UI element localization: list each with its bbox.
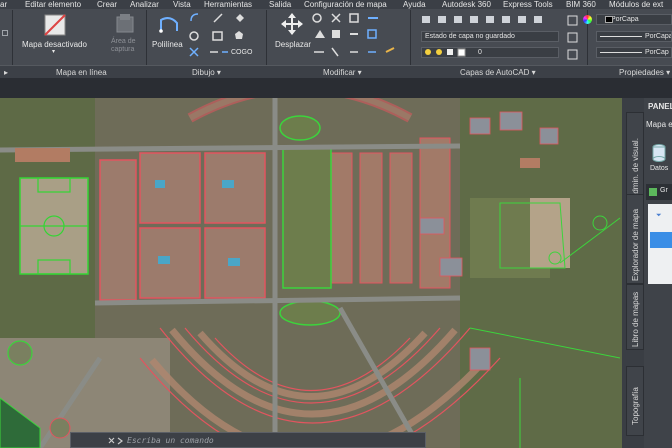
command-line[interactable]: Escriba un comando	[70, 432, 426, 448]
partial-icon[interactable]	[2, 30, 8, 36]
menu-item-autodesk360[interactable]: Autodesk 360	[442, 0, 491, 9]
panel-title-properties[interactable]: Propiedades ▾	[619, 68, 670, 77]
panel-title-draw[interactable]: Dibujo ▾	[192, 68, 221, 77]
panel-title-online-map[interactable]: Mapa en línea	[56, 68, 107, 77]
polyline-icon[interactable]	[158, 14, 180, 36]
capture-area-icon	[116, 14, 134, 33]
color-wheel-icon[interactable]	[583, 15, 592, 24]
move-icon[interactable]	[281, 13, 303, 35]
panel-title-layers[interactable]: Capas de AutoCAD ▾	[460, 68, 536, 77]
layer-state-dropdown[interactable]: Estado de capa no guardado	[421, 31, 559, 42]
menu-item-bim360[interactable]: BIM 360	[566, 0, 596, 9]
file-tab-strip	[0, 78, 672, 98]
menu-item-express-tools[interactable]: Express Tools	[503, 0, 553, 9]
palette-selected-row[interactable]	[650, 232, 672, 248]
color-swatch	[605, 16, 613, 23]
move-button[interactable]: Desplazar	[275, 40, 311, 49]
tab-map-explorer[interactable]: Explorador de mapa	[626, 194, 644, 284]
layer-status-icons	[425, 48, 466, 57]
aerial-map	[0, 98, 622, 448]
capture-area-button: Área de captura	[111, 38, 136, 53]
tab-map-book[interactable]: Libro de mapas	[626, 284, 644, 350]
command-input[interactable]: Escriba un comando	[127, 436, 214, 445]
menu-bar: ar Editar elemento Crear Analizar Vista …	[0, 0, 672, 9]
data-button[interactable]: Datos	[650, 165, 668, 172]
palette-subtitle: Mapa e	[646, 120, 672, 129]
lineweight-sample	[600, 52, 642, 53]
menu-item-edit-element[interactable]: Editar elemento	[25, 0, 81, 9]
menu-item-partial[interactable]: ar	[0, 0, 7, 9]
database-icon[interactable]	[652, 144, 666, 162]
menu-item-help[interactable]: Ayuda	[403, 0, 426, 9]
menu-item-create[interactable]: Crear	[97, 0, 117, 9]
menu-item-tools[interactable]: Herramientas	[204, 0, 252, 9]
command-icons[interactable]	[107, 436, 125, 446]
cogo-button[interactable]: COGO	[231, 49, 252, 56]
menu-item-addins[interactable]: Módulos de ext	[609, 0, 663, 9]
menu-item-output[interactable]: Salida	[269, 0, 291, 9]
filter-icon[interactable]: ⏷	[656, 212, 662, 220]
panel-title-modify[interactable]: Modificar ▾	[323, 68, 362, 77]
map-off-icon[interactable]	[44, 14, 66, 36]
palette-title: PANEL	[648, 102, 672, 111]
map-canvas[interactable]	[0, 98, 622, 448]
linetype-sample	[600, 36, 642, 37]
group-label: Gr	[660, 187, 668, 194]
layer-tools-row[interactable]	[420, 14, 560, 26]
menu-item-view[interactable]: Vista	[173, 0, 191, 9]
group-icon	[649, 188, 657, 196]
ribbon-panel-titles: ▸ Mapa en línea Dibujo ▾ Modificar ▾ Cap…	[0, 65, 672, 78]
menu-item-map-setup[interactable]: Configuración de mapa	[304, 0, 387, 9]
menu-item-analyze[interactable]: Analizar	[130, 0, 159, 9]
polyline-button[interactable]: Polilínea	[152, 40, 183, 49]
tab-admin-visual[interactable]: Admin. de visual.	[626, 112, 644, 202]
modify-tools-grid[interactable]	[312, 12, 402, 62]
map-off-dropdown-icon[interactable]: ▾	[52, 48, 55, 55]
tab-survey[interactable]: Topografía	[626, 366, 644, 436]
